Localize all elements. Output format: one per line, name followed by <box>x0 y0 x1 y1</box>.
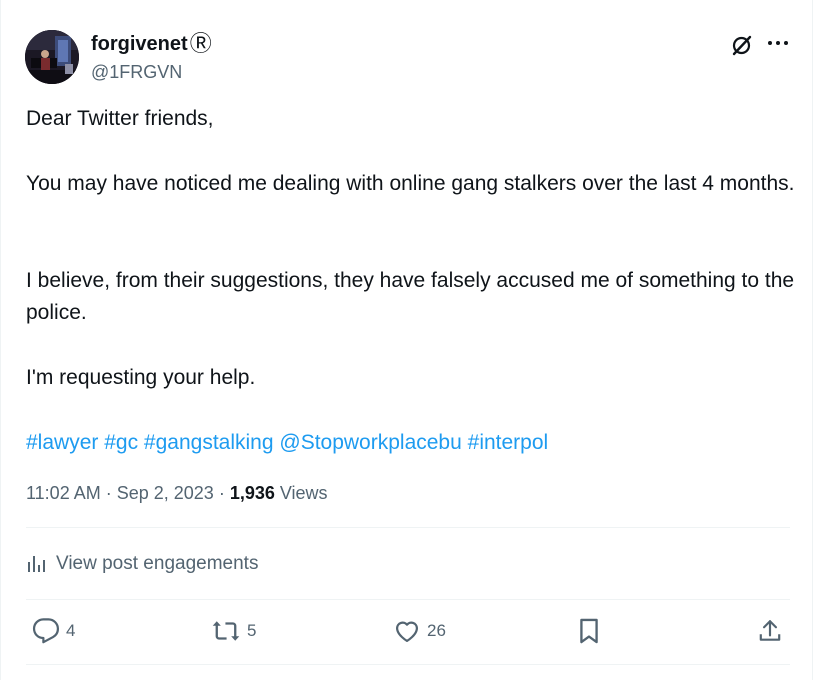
like-button[interactable]: 26 <box>393 617 446 645</box>
grok-icon <box>732 35 752 56</box>
view-engagements-label[interactable]: View post engagements <box>56 553 258 575</box>
reply-count: 4 <box>66 621 76 640</box>
tweet-paragraph: You may have noticed me dealing with onl… <box>26 172 795 195</box>
tweet-paragraph: Dear Twitter friends, <box>26 107 214 130</box>
divider <box>26 527 790 528</box>
bookmark-button[interactable] <box>577 617 601 645</box>
tweet-tags: #lawyer #gc #gangstalking @Stopworkplace… <box>26 427 548 459</box>
display-name-text[interactable]: forgivenet <box>91 32 188 56</box>
mention-stopworkplacebu[interactable]: @Stopworkplacebu <box>279 431 461 454</box>
reply-button[interactable]: 4 <box>32 617 75 645</box>
more-icon <box>768 41 788 45</box>
tweet-header: forgivenet Ⓡ @1FRGVN <box>25 30 791 86</box>
tweet-time[interactable]: 11:02 AM <box>26 483 101 503</box>
views-label: Views <box>274 483 328 503</box>
views-count: 1,936 <box>229 483 275 503</box>
divider <box>26 599 790 600</box>
user-names: forgivenet Ⓡ @1FRGVN <box>91 32 212 84</box>
like-count: 26 <box>427 621 446 640</box>
tweet-paragraph: I'm requesting your help. <box>26 366 256 389</box>
registered-mark: Ⓡ <box>189 31 212 56</box>
hashtag-gc[interactable]: #gc <box>104 431 138 454</box>
like-icon <box>395 621 419 643</box>
repost-count: 5 <box>247 621 257 640</box>
divider <box>26 664 790 665</box>
view-engagements-button[interactable]: View post engagements <box>26 550 258 578</box>
meta-separator: · <box>213 483 230 503</box>
hashtag-gangstalking[interactable]: #gangstalking <box>144 431 274 454</box>
tweet-date[interactable]: Sep 2, 2023 <box>117 483 214 503</box>
display-name[interactable]: forgivenet Ⓡ <box>91 32 212 56</box>
analytics-icon <box>28 556 45 572</box>
reply-icon <box>32 618 60 644</box>
grok-button[interactable] <box>727 30 757 60</box>
hashtag-interpol[interactable]: #interpol <box>468 431 549 454</box>
tweet-frame: forgivenet Ⓡ @1FRGVN Dear Twitter friend… <box>0 0 813 680</box>
more-button[interactable] <box>763 30 793 56</box>
avatar[interactable] <box>25 30 79 84</box>
meta-separator: · <box>100 483 117 503</box>
repost-icon <box>212 621 240 641</box>
tweet-meta: 11:02 AM · Sep 2, 2023 · 1,936 Views <box>26 481 328 505</box>
share-icon <box>759 620 781 641</box>
hashtag-lawyer[interactable]: #lawyer <box>26 431 98 454</box>
action-bar: 4 5 26 <box>26 613 790 651</box>
user-handle[interactable]: @1FRGVN <box>91 60 212 84</box>
tweet-paragraph: I believe, from their suggestions, they … <box>26 269 795 324</box>
share-button[interactable] <box>757 617 783 645</box>
avatar-image <box>25 30 79 84</box>
repost-button[interactable]: 5 <box>211 617 256 645</box>
bookmark-icon <box>580 618 598 644</box>
